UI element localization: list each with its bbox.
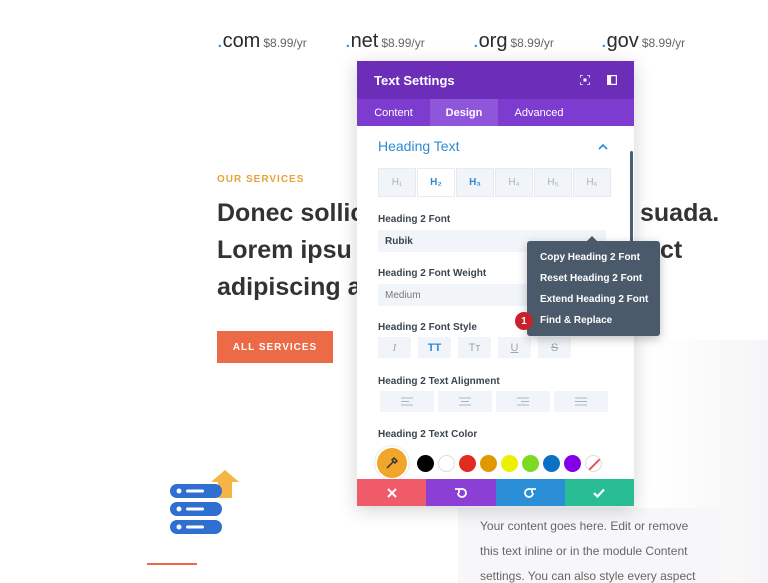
swatch-orange[interactable]: [480, 454, 497, 472]
color-picker-button[interactable]: [377, 448, 407, 478]
capitalize-button[interactable]: Tᴛ: [458, 337, 491, 358]
capitalize-icon: Tᴛ: [468, 341, 481, 354]
headline-right-fragment: ct: [660, 232, 682, 269]
close-icon: [386, 487, 397, 498]
align-left-icon: [401, 397, 413, 406]
domain-price: $8.99/yr: [510, 36, 554, 50]
font-style-label: Heading 2 Font Style: [378, 322, 477, 333]
chevron-up-icon[interactable]: [597, 140, 609, 152]
text-alignment-buttons: [380, 391, 612, 412]
content-text-line: settings. You can also style every aspec…: [480, 569, 696, 583]
swatch-purple[interactable]: [564, 454, 581, 472]
domain-price: $8.99/yr: [263, 36, 307, 50]
uppercase-icon: TT: [427, 341, 442, 354]
italic-button[interactable]: I: [378, 337, 411, 358]
heading-level-h3[interactable]: H₃: [456, 168, 494, 197]
redo-button[interactable]: [495, 479, 565, 506]
domain-tld: com: [222, 30, 261, 52]
accent-divider: [147, 563, 197, 565]
swatch-white[interactable]: [438, 454, 455, 472]
expand-icon[interactable]: [578, 73, 592, 87]
align-right-button[interactable]: [496, 391, 550, 412]
swatch-black[interactable]: [417, 454, 434, 472]
domain-tld: gov: [606, 30, 639, 52]
strikethrough-icon: S: [550, 341, 559, 354]
swatch-red[interactable]: [459, 454, 476, 472]
font-select-value: Rubik: [385, 235, 413, 247]
heading-level-h2[interactable]: H₂: [417, 168, 455, 197]
headline-fragment: ct: [660, 236, 683, 264]
align-left-button[interactable]: [380, 391, 434, 412]
domain-price-row: .com $8.99/yr .net $8.99/yr .org $8.99/yr .…: [0, 30, 768, 54]
uppercase-button[interactable]: TT: [418, 337, 451, 358]
underline-button[interactable]: U: [498, 337, 531, 358]
swatch-green[interactable]: [522, 454, 539, 472]
align-center-button[interactable]: [438, 391, 492, 412]
tab-design[interactable]: Design: [430, 99, 498, 126]
content-text-line: Your content goes here. Edit or remove: [480, 519, 689, 533]
heading-level-tabs: H₁ H₂ H₃ H₄ H₅ H₆: [378, 168, 612, 197]
panel-header[interactable]: Text Settings: [357, 61, 634, 99]
context-menu-pointer: [586, 236, 598, 242]
align-right-icon: [517, 397, 529, 406]
all-services-button[interactable]: ALL SERVICES: [217, 331, 333, 363]
domain-org: .org $8.99/yr: [473, 30, 554, 53]
server-stack-icon: [168, 468, 240, 540]
domain-price: $8.99/yr: [381, 36, 425, 50]
panel-footer: [357, 479, 634, 506]
content-text-line: this text inline or in the module Conten…: [480, 544, 688, 558]
section-title-heading-text[interactable]: Heading Text: [378, 138, 459, 154]
swatch-yellow[interactable]: [501, 454, 518, 472]
eyedropper-icon: [386, 456, 399, 469]
content-text-module[interactable]: Your content goes here. Edit or remove t…: [458, 508, 720, 583]
font-label: Heading 2 Font: [378, 214, 451, 225]
menu-item-reset-font[interactable]: Reset Heading 2 Font: [540, 268, 660, 289]
services-label: OUR SERVICES: [217, 174, 305, 185]
text-color-label: Heading 2 Text Color: [378, 429, 478, 440]
discard-button[interactable]: [357, 479, 427, 506]
tab-advanced[interactable]: Advanced: [498, 99, 580, 126]
font-style-buttons: I TT Tᴛ U S: [378, 337, 578, 358]
domain-tld: net: [350, 30, 379, 52]
heading-level-h4[interactable]: H₄: [495, 168, 533, 197]
redo-icon: [524, 487, 537, 498]
text-alignment-label: Heading 2 Text Alignment: [378, 376, 500, 387]
undo-icon: [454, 487, 467, 498]
menu-item-extend-font[interactable]: Extend Heading 2 Font: [540, 289, 660, 310]
color-swatches: [377, 448, 606, 478]
domain-tld: org: [478, 30, 508, 52]
sidebar-toggle-icon[interactable]: [605, 73, 619, 87]
undo-button[interactable]: [426, 479, 496, 506]
domain-net: .net $8.99/yr: [345, 30, 425, 53]
tab-content[interactable]: Content: [357, 99, 430, 126]
headline-right-fragment: suada.: [640, 195, 719, 232]
headline-fragment: suada.: [640, 199, 720, 227]
heading-level-h1[interactable]: H₁: [378, 168, 416, 197]
swatch-none[interactable]: [585, 454, 602, 472]
align-center-icon: [459, 397, 471, 406]
italic-icon: I: [392, 341, 397, 354]
context-menu: Copy Heading 2 Font Reset Heading 2 Font…: [527, 236, 660, 336]
align-justify-icon: [575, 397, 587, 406]
align-justify-button[interactable]: [554, 391, 608, 412]
checkmark-icon: [593, 488, 606, 498]
panel-tabs: Content Design Advanced: [357, 99, 634, 126]
underline-icon: U: [510, 341, 519, 354]
domain-gov: .gov $8.99/yr: [601, 30, 685, 53]
menu-item-copy-font[interactable]: Copy Heading 2 Font: [540, 247, 660, 268]
panel-title: Text Settings: [374, 72, 455, 88]
strikethrough-button[interactable]: S: [538, 337, 571, 358]
font-weight-value: Medium: [385, 289, 421, 301]
domain-price: $8.99/yr: [641, 36, 686, 50]
save-button[interactable]: [564, 479, 634, 506]
domain-com: .com $8.99/yr: [217, 30, 307, 53]
swatch-blue[interactable]: [543, 454, 560, 472]
font-weight-label: Heading 2 Font Weight: [378, 268, 487, 279]
step-badge: 1: [515, 312, 533, 330]
heading-level-h6[interactable]: H₆: [573, 168, 611, 197]
heading-level-h5[interactable]: H₅: [534, 168, 572, 197]
menu-item-find-replace[interactable]: Find & Replace: [540, 310, 660, 331]
